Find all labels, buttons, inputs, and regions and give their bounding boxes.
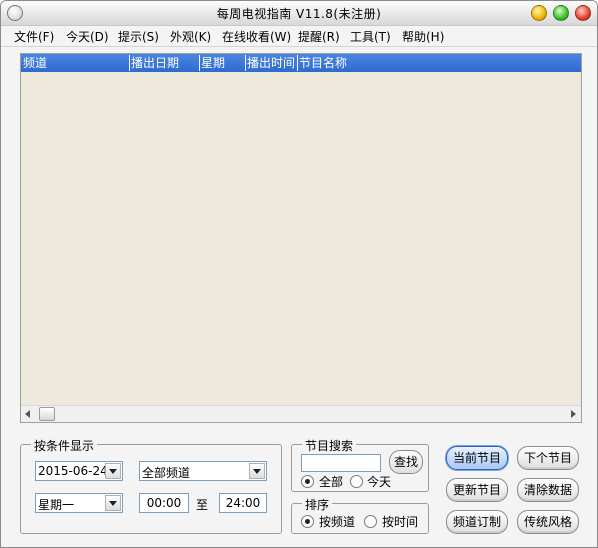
column-date[interactable]: 播出日期 (129, 55, 200, 71)
scope-all-label: 全部 (319, 475, 344, 489)
menu-today[interactable]: 今天(D) (66, 28, 109, 45)
scroll-left-icon[interactable] (25, 410, 30, 418)
time-from-field[interactable]: 00:00 (139, 493, 189, 513)
sort-by-channel-label: 按频道 (319, 515, 356, 529)
sort-legend: 排序 (302, 496, 333, 513)
date-select[interactable]: 2015-06-24 (35, 461, 123, 481)
time-to-value: 24:00 (225, 496, 261, 510)
column-program[interactable]: 节目名称 (297, 55, 579, 71)
menu-tips[interactable]: 提示(S) (118, 28, 159, 45)
update-program-button[interactable]: 更新节目 (446, 478, 508, 502)
time-from-value: 00:00 (146, 496, 182, 510)
minimize-button[interactable] (531, 5, 547, 21)
close-button[interactable] (575, 5, 591, 21)
menu-bar: 文件(F) 今天(D) 提示(S) 外观(K) 在线收看(W) 提醒(R) 工具… (1, 26, 597, 47)
filter-legend: 按条件显示 (31, 437, 98, 454)
channel-select[interactable]: 全部频道 (139, 461, 267, 481)
sort-group: 排序 按频道 按时间 (291, 496, 429, 534)
classic-style-button[interactable]: 传统风格 (517, 510, 579, 534)
sort-by-time-label: 按时间 (382, 515, 419, 529)
menu-online[interactable]: 在线收看(W) (222, 28, 291, 45)
window-title: 每周电视指南 V11.8(未注册) (216, 7, 382, 21)
scroll-right-icon[interactable] (571, 410, 576, 418)
menu-skin[interactable]: 外观(K) (170, 28, 211, 45)
clear-data-button[interactable]: 清除数据 (517, 478, 579, 502)
filter-group: 按条件显示 2015-06-24 全部频道 星期一 00:00 至 24:00 (20, 437, 282, 534)
column-weekday[interactable]: 星期 (199, 55, 246, 71)
menu-reminder[interactable]: 提醒(R) (298, 28, 340, 45)
current-program-button[interactable]: 当前节目 (446, 446, 508, 470)
menu-help[interactable]: 帮助(H) (402, 28, 444, 45)
maximize-button[interactable] (553, 5, 569, 21)
menu-tools[interactable]: 工具(T) (350, 28, 391, 45)
column-time[interactable]: 播出时间 (245, 55, 298, 71)
channel-subscribe-button[interactable]: 频道订制 (446, 510, 508, 534)
scope-today-label: 今天 (367, 475, 392, 489)
scroll-thumb[interactable] (39, 407, 55, 421)
find-button[interactable]: 查找 (389, 450, 423, 474)
time-to-field[interactable]: 24:00 (219, 493, 267, 513)
to-label: 至 (196, 498, 209, 512)
search-group: 节目搜索 查找 全部 今天 (291, 437, 429, 492)
date-value: 2015-06-24 (38, 464, 108, 478)
chevron-down-icon[interactable] (105, 495, 121, 511)
next-program-button[interactable]: 下个节目 (517, 446, 579, 470)
program-list[interactable]: 频道 播出日期 星期 播出时间 节目名称 (20, 53, 582, 423)
column-channel[interactable]: 频道 (21, 55, 130, 71)
sort-by-time-radio[interactable] (364, 515, 377, 528)
main-window: 每周电视指南 V11.8(未注册) 文件(F) 今天(D) 提示(S) 外观(K… (0, 0, 598, 548)
sort-by-channel-radio[interactable] (301, 515, 314, 528)
title-bar: 每周电视指南 V11.8(未注册) (1, 1, 597, 26)
channel-value: 全部频道 (142, 466, 191, 480)
chevron-down-icon[interactable] (105, 463, 121, 479)
list-header: 频道 播出日期 星期 播出时间 节目名称 (21, 54, 581, 72)
search-legend: 节目搜索 (302, 437, 357, 454)
weekday-value: 星期一 (38, 498, 75, 512)
scope-all-radio[interactable] (301, 475, 314, 488)
weekday-select[interactable]: 星期一 (35, 493, 123, 513)
horizontal-scrollbar[interactable] (21, 405, 581, 422)
scope-today-radio[interactable] (350, 475, 363, 488)
menu-file[interactable]: 文件(F) (14, 28, 54, 45)
chevron-down-icon[interactable] (249, 463, 265, 479)
search-input[interactable] (301, 454, 381, 472)
